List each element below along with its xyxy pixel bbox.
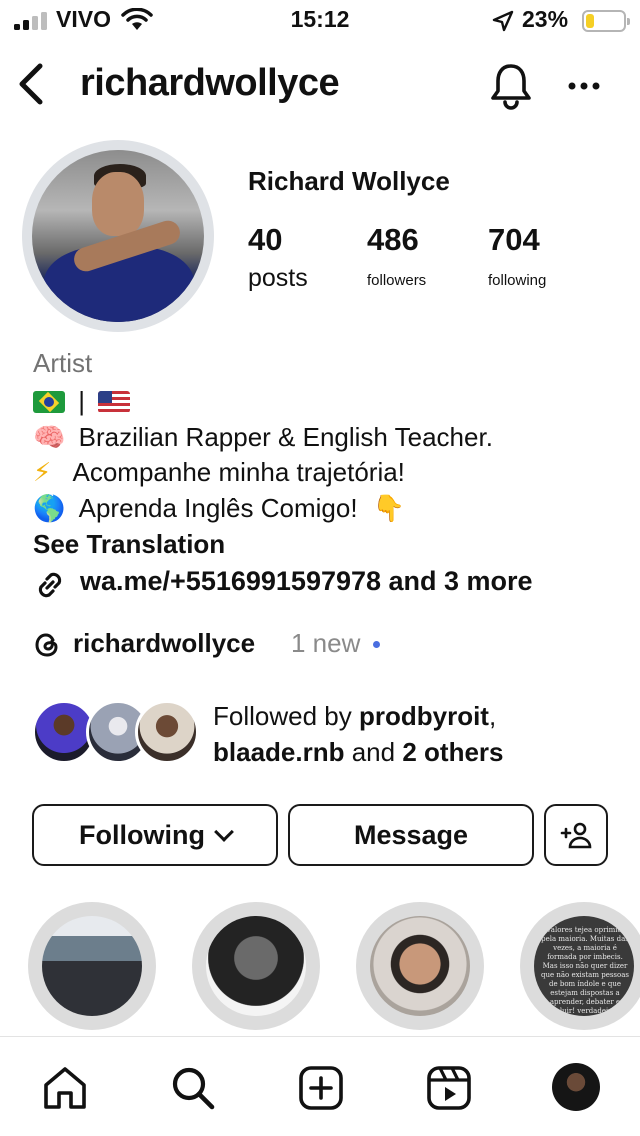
- flags-separator: |: [78, 386, 85, 416]
- mutual-followers-others: 2 others: [402, 737, 504, 767]
- profile-full-name: Richard Wollyce: [248, 166, 450, 196]
- globe-icon: 🌎: [33, 494, 66, 524]
- following-button-label: Following: [79, 819, 205, 850]
- followed-by-text[interactable]: Followed by prodbyroit, blaade.rnb and 2…: [213, 698, 623, 770]
- story-highlight-2[interactable]: [206, 916, 306, 1016]
- followed-by-and: and: [351, 737, 396, 767]
- mutual-follower-1: prodbyroit: [358, 701, 489, 731]
- threads-icon: [35, 633, 58, 657]
- follower-avatar-3[interactable]: [135, 700, 199, 764]
- new-indicator-dot: [373, 641, 380, 648]
- lightning-icon: ⚡: [33, 458, 52, 488]
- battery-level: [586, 14, 594, 28]
- bio-line-1: 🧠 Brazilian Rapper & English Teacher.: [33, 422, 493, 453]
- home-icon[interactable]: [40, 1063, 90, 1113]
- following-button[interactable]: Following: [32, 804, 278, 866]
- bell-icon[interactable]: [486, 60, 536, 110]
- brain-icon: 🧠: [33, 423, 66, 453]
- more-dots-icon[interactable]: [562, 66, 606, 106]
- add-person-icon: [560, 822, 592, 849]
- story-highlight-4[interactable]: 2 valores tejea oprimidos pela maioria. …: [534, 916, 634, 1016]
- search-icon[interactable]: [168, 1063, 218, 1113]
- battery-percent: 23%: [522, 6, 569, 32]
- see-translation-link[interactable]: See Translation: [33, 529, 225, 560]
- profile-category: Artist: [33, 348, 93, 378]
- stat-posts[interactable]: 40 posts: [248, 222, 308, 293]
- chevron-down-icon: [214, 822, 234, 842]
- usa-flag-icon: [98, 391, 131, 413]
- highlight-quote-text: 2 valores tejea oprimidos pela maioria. …: [540, 926, 630, 1015]
- pointing-down-icon: 👇: [372, 494, 406, 524]
- location-arrow-icon: [492, 10, 514, 32]
- reels-icon[interactable]: [424, 1063, 474, 1113]
- threads-username: richardwollyce: [73, 628, 256, 658]
- bio-line-text: Brazilian Rapper & English Teacher.: [78, 422, 493, 452]
- create-post-icon[interactable]: [296, 1063, 346, 1113]
- story-highlight-1[interactable]: [42, 916, 142, 1016]
- following-label: following: [488, 272, 547, 289]
- mutual-follower-2: blaade.rnb: [213, 737, 345, 767]
- message-button[interactable]: Message: [288, 804, 534, 866]
- followed-by-prefix: Followed by: [213, 701, 352, 731]
- suggested-users-button[interactable]: [544, 804, 608, 866]
- stat-followers[interactable]: 486 followers: [367, 222, 426, 289]
- bio-line-2: ⚡ Acompanhe minha trajetória!: [33, 457, 405, 488]
- message-button-label: Message: [353, 819, 469, 850]
- followers-label: followers: [367, 272, 427, 289]
- story-highlight-3[interactable]: [370, 916, 470, 1016]
- profile-avatar[interactable]: [32, 150, 204, 322]
- bio-line-text: Aprenda Inglês Comigo!: [78, 493, 358, 523]
- profile-username: richardwollyce: [80, 62, 340, 104]
- posts-count: 40: [248, 222, 283, 257]
- posts-label: posts: [248, 264, 308, 292]
- link-chain-icon: [38, 572, 62, 598]
- back-chevron-icon[interactable]: [14, 60, 50, 108]
- bio-line-3: 🌎 Aprenda Inglês Comigo! 👇: [33, 493, 405, 524]
- status-bar: VIVO 15:12 23%: [0, 0, 640, 44]
- brazil-flag-icon: [33, 391, 65, 413]
- followers-count: 486: [367, 222, 419, 257]
- profile-tab-avatar[interactable]: [552, 1063, 600, 1111]
- following-count: 704: [488, 222, 540, 257]
- bio-link-text[interactable]: wa.me/+5516991597978 and 3 more: [80, 566, 533, 597]
- bio-line-text: Acompanhe minha trajetória!: [72, 457, 405, 487]
- bio-flags-line: |: [33, 386, 131, 417]
- bottom-tab-bar: [0, 1036, 640, 1136]
- battery-icon: [582, 10, 630, 32]
- followed-by-comma: ,: [488, 701, 497, 731]
- threads-new-count: 1 new: [291, 628, 361, 658]
- stat-following[interactable]: 704 following: [488, 222, 546, 289]
